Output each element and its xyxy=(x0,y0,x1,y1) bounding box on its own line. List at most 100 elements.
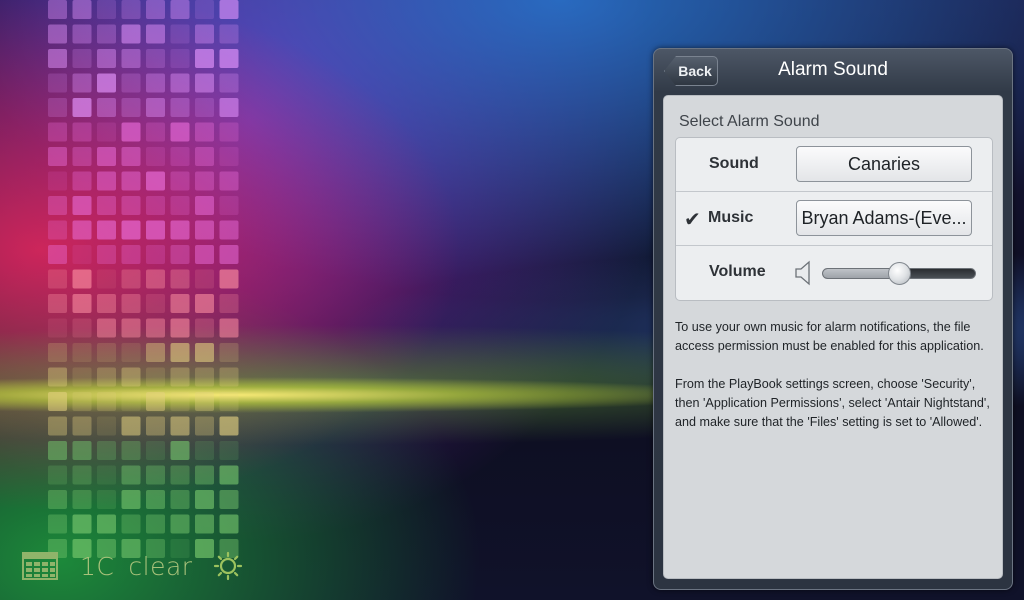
background-tile xyxy=(195,490,214,509)
music-row[interactable]: ✔ Music Bryan Adams-(Eve... xyxy=(676,192,992,246)
background-tile xyxy=(146,441,165,460)
background-tile xyxy=(195,392,214,411)
background-tile xyxy=(146,73,165,93)
background-tile xyxy=(219,220,239,240)
background-tile xyxy=(72,24,92,44)
background-tile xyxy=(146,318,165,338)
background-tile xyxy=(121,294,141,313)
volume-slider-thumb[interactable] xyxy=(888,262,911,285)
background-tile xyxy=(170,0,190,19)
background-tile xyxy=(195,0,214,19)
background-tile xyxy=(170,196,190,215)
background-tile xyxy=(48,0,67,19)
background-tile xyxy=(48,73,67,93)
background-tile xyxy=(170,122,190,142)
background-tile xyxy=(72,73,92,93)
background-tile xyxy=(97,122,116,142)
background-tile xyxy=(72,269,92,289)
background-tile xyxy=(170,392,190,411)
background-tile xyxy=(48,490,67,509)
background-tile xyxy=(219,245,239,264)
background-tile xyxy=(97,269,116,289)
background-tile xyxy=(72,416,92,436)
volume-slider[interactable] xyxy=(822,262,976,285)
background-tile xyxy=(48,49,67,68)
background-tile xyxy=(219,392,239,411)
background-tile xyxy=(170,147,190,166)
background-tile xyxy=(170,49,190,68)
background-tile xyxy=(170,318,190,338)
background-tile xyxy=(219,0,239,19)
background-tile xyxy=(72,0,92,19)
background-tile xyxy=(146,220,165,240)
background-tile xyxy=(219,147,239,166)
background-tile xyxy=(121,318,141,338)
background-tile xyxy=(219,441,239,460)
background-tile xyxy=(72,367,92,387)
background-tile xyxy=(121,122,141,142)
background-tile xyxy=(121,392,141,411)
background-tile xyxy=(48,367,67,387)
background-tile xyxy=(195,416,214,436)
background-tile xyxy=(48,196,67,215)
background-tile xyxy=(170,171,190,191)
alarm-sound-panel: Back Alarm Sound Select Alarm Sound Soun… xyxy=(653,48,1013,590)
background-tile xyxy=(48,245,67,264)
background-tile xyxy=(48,441,67,460)
background-tile xyxy=(97,416,116,436)
background-tile xyxy=(219,343,239,362)
background-tile xyxy=(48,171,67,191)
background-tile xyxy=(121,441,141,460)
background-tile xyxy=(170,367,190,387)
background-tile xyxy=(170,245,190,264)
background-tile xyxy=(195,441,214,460)
background-tile xyxy=(219,490,239,509)
weather-condition-text: clear xyxy=(128,551,193,581)
background-tile xyxy=(48,416,67,436)
background-tile xyxy=(219,318,239,338)
background-tile xyxy=(195,49,214,68)
background-tile xyxy=(170,220,190,240)
sun-icon[interactable] xyxy=(213,551,243,581)
background-tile xyxy=(121,245,141,264)
background-tile xyxy=(121,0,141,19)
music-select-button[interactable]: Bryan Adams-(Eve... xyxy=(796,200,972,236)
background-tile xyxy=(121,465,141,485)
panel-title: Alarm Sound xyxy=(778,59,888,80)
background-tile xyxy=(97,392,116,411)
background-tile xyxy=(219,465,239,485)
background-tile xyxy=(146,514,165,534)
background-tile xyxy=(146,0,165,19)
sound-row[interactable]: Sound Canaries xyxy=(676,138,992,192)
background-tile xyxy=(48,24,67,44)
status-bar: 1C clear xyxy=(22,548,243,584)
background-tile xyxy=(195,98,214,117)
background-tile xyxy=(72,514,92,534)
background-tile xyxy=(146,98,165,117)
background-tile xyxy=(97,294,116,313)
background-tile xyxy=(146,465,165,485)
help-paragraph: To use your own music for alarm notifica… xyxy=(675,320,984,353)
tile-grid-graphic xyxy=(48,0,239,558)
background-tile xyxy=(48,514,67,534)
background-tile xyxy=(146,490,165,509)
background-tile xyxy=(97,147,116,166)
sound-label: Sound xyxy=(709,155,759,172)
background-tile xyxy=(48,220,67,240)
background-tile xyxy=(195,147,214,166)
background-tile xyxy=(146,122,165,142)
background-tile xyxy=(121,196,141,215)
background-tile xyxy=(72,392,92,411)
background-tile xyxy=(195,196,214,215)
background-tile xyxy=(48,465,67,485)
background-tile xyxy=(121,24,141,44)
background-tile xyxy=(121,98,141,117)
checkmark-icon: ✔ xyxy=(684,209,701,231)
sound-select-button[interactable]: Canaries xyxy=(796,146,972,182)
background-tile xyxy=(72,196,92,215)
background-tile xyxy=(121,49,141,68)
help-text: To use your own music for alarm notifica… xyxy=(675,318,995,432)
background-tile xyxy=(72,147,92,166)
calendar-icon[interactable] xyxy=(22,551,58,581)
background-tile xyxy=(170,24,190,44)
